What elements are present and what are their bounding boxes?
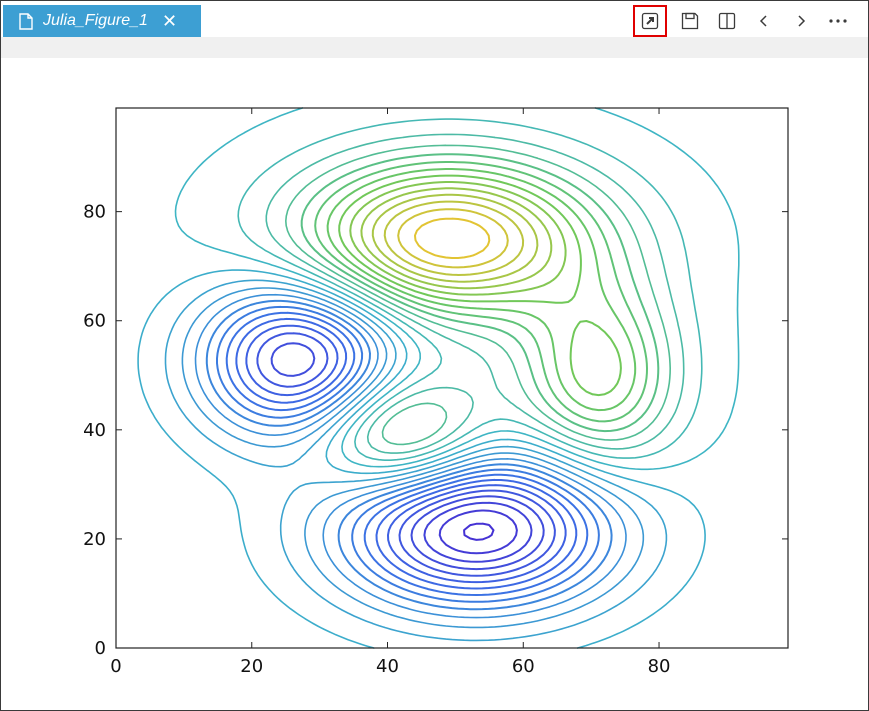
more-button[interactable] (819, 7, 856, 35)
contour-line (194, 293, 627, 619)
y-tick-label: 80 (83, 202, 106, 223)
contour-line (338, 174, 622, 397)
split-view-icon (718, 12, 735, 30)
contour-lines (137, 107, 740, 649)
contour-line (300, 153, 660, 433)
title-bar: Julia_Figure_1 ✕ (1, 1, 868, 37)
contour-line (463, 522, 495, 541)
contour-line (137, 269, 706, 649)
tab-julia-figure[interactable]: Julia_Figure_1 ✕ (3, 5, 201, 37)
contour-line (383, 200, 525, 276)
next-button[interactable] (782, 7, 819, 35)
x-tick-label: 60 (512, 656, 535, 677)
close-icon[interactable]: ✕ (162, 12, 177, 30)
y-tick-label: 60 (83, 311, 106, 332)
contour-line (256, 332, 556, 577)
x-tick-label: 80 (648, 656, 671, 677)
figure-window: Julia_Figure_1 ✕ 0 20 40 60 80 0 20 40 6… (0, 0, 869, 711)
document-icon (19, 12, 33, 30)
save-icon (681, 12, 698, 30)
contour-plot: 0 20 40 60 80 0 20 40 60 80 (83, 107, 789, 677)
y-tick-label: 0 (95, 638, 106, 659)
x-tick-label: 20 (240, 656, 263, 677)
contour-line (371, 193, 539, 283)
tab-label: Julia_Figure_1 (43, 12, 148, 29)
open-external-icon (641, 12, 659, 30)
chevron-right-icon (797, 15, 805, 27)
tab-subbar (1, 37, 868, 58)
y-tick-label: 20 (83, 529, 106, 550)
toolbar (633, 5, 856, 37)
split-view-button[interactable] (708, 7, 745, 35)
contour-line (414, 217, 491, 259)
more-icon (828, 19, 847, 23)
y-tick-label: 40 (83, 420, 106, 441)
x-tick-label: 0 (110, 656, 121, 677)
open-external-button[interactable] (633, 5, 667, 37)
previous-button[interactable] (745, 7, 782, 35)
x-tick-label: 40 (376, 656, 399, 677)
chevron-left-icon (759, 15, 767, 27)
contour-line (438, 509, 518, 555)
save-button[interactable] (671, 7, 708, 35)
contour-line (205, 299, 613, 611)
